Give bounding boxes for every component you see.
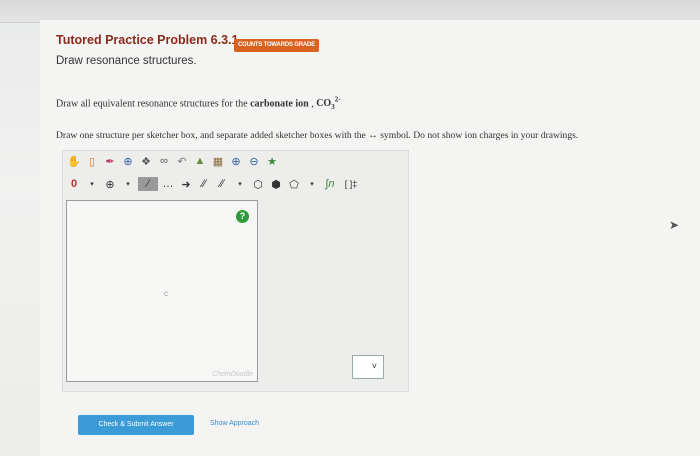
sketcher-canvas[interactable]: c ChemDoodle [66, 200, 258, 382]
hand-icon[interactable]: ✋ [66, 154, 82, 168]
clipboard-icon[interactable]: ▦ [210, 154, 226, 168]
ring-icon[interactable]: ⬠ [286, 177, 302, 191]
answer-dropdown[interactable]: ˅ [352, 355, 384, 379]
formula-subscript: 3 [331, 103, 335, 112]
chevron-down-icon[interactable]: ▾ [84, 177, 100, 191]
sketcher-toolbar-row-1: ✋ ▯ ✒ ⊕ ❖ ∞ ↶ ▲ ▦ ⊕ ⊖ ★ [66, 152, 282, 170]
canvas-atom-label: c [164, 289, 168, 298]
charge-plus-icon[interactable]: ⊕ [102, 177, 118, 191]
eraser-icon[interactable]: ▯ [84, 154, 100, 168]
question-line-1: Draw all equivalent resonance structures… [56, 96, 341, 111]
lasso-icon[interactable]: ↶ [174, 154, 190, 168]
chain-tool-icon[interactable]: ∫n [322, 177, 338, 191]
zoom-in-icon[interactable]: ⊕ [228, 154, 244, 168]
check-submit-button[interactable]: Check & Submit Answer [78, 415, 194, 435]
chevron-down-icon[interactable]: ▾ [120, 177, 136, 191]
chevron-down-icon[interactable]: ▾ [304, 177, 320, 191]
cyclopropane-icon[interactable]: ⬡ [250, 177, 266, 191]
show-approach-link[interactable]: Show Approach [210, 420, 259, 427]
bracket-icon[interactable]: [ ]‡ [340, 177, 362, 191]
single-bond-selected-icon[interactable]: ∕ [138, 177, 158, 191]
pen-icon[interactable]: ✒ [102, 154, 118, 168]
clean-icon[interactable]: ★ [264, 154, 280, 168]
question-line-2: Draw one structure per sketcher box, and… [56, 130, 579, 141]
bold-bond-icon[interactable]: ➜ [178, 177, 194, 191]
zoom-out-icon[interactable]: ⊖ [246, 154, 262, 168]
chevron-down-icon: ˅ [371, 361, 377, 371]
benzene-icon[interactable]: ⬢ [268, 177, 284, 191]
formula-base: CO [316, 98, 332, 110]
wedge-bond-icon[interactable]: … [160, 177, 176, 191]
atom-label-zero[interactable]: 0 [66, 177, 82, 191]
question-bold-term: carbonate ion [250, 98, 309, 110]
formula: CO32- [316, 96, 341, 112]
chemdoodle-watermark: ChemDoodle [212, 371, 253, 378]
formula-charge: 2- [334, 96, 341, 104]
zoom-fit-icon[interactable]: ❖ [138, 154, 154, 168]
help-icon[interactable]: ? [236, 210, 249, 223]
question-comma: , [308, 98, 314, 110]
problem-subtitle: Draw resonance structures. [56, 55, 197, 67]
chain-icon[interactable]: ∞ [156, 154, 172, 168]
chevron-down-icon[interactable]: ▾ [232, 177, 248, 191]
question-text: Draw all equivalent resonance structures… [56, 98, 248, 110]
counts-toward-grade-badge: COUNTS TOWARDS GRADE [234, 39, 319, 52]
move-icon[interactable]: ⊕ [120, 154, 136, 168]
mouse-cursor-icon: ➤ [669, 218, 680, 232]
problem-title: Tutored Practice Problem 6.3.1 [56, 33, 239, 47]
triple-bond-icon[interactable]: ∕∕ [214, 177, 230, 191]
double-bond-icon[interactable]: ∕∕ [196, 177, 212, 191]
template-icon[interactable]: ▲ [192, 154, 208, 168]
sketcher-toolbar-row-2: 0 ▾ ⊕ ▾ ∕ … ➜ ∕∕ ∕∕ ▾ ⬡ ⬢ ⬠ ▾ ∫n [ ]‡ [66, 175, 364, 193]
